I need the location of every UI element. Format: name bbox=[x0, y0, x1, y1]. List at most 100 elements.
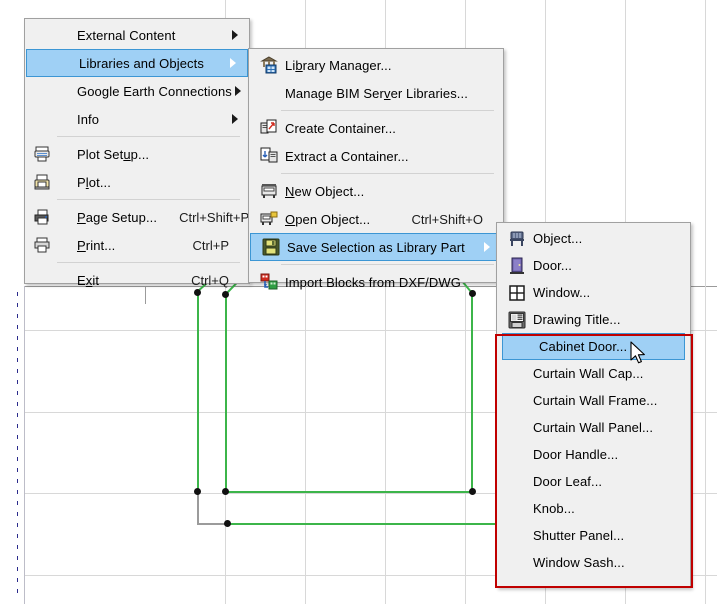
menu-item-shutter-panel[interactable]: Shutter Panel... bbox=[497, 522, 690, 549]
menu-item-save-selection-as-library-part[interactable]: Save Selection as Library Part bbox=[250, 233, 502, 261]
window-icon bbox=[505, 283, 529, 303]
no-icon bbox=[31, 25, 53, 45]
no-icon bbox=[505, 472, 529, 492]
plotter-setup-icon bbox=[31, 144, 53, 164]
menu-item-label: Cabinet Door... bbox=[535, 339, 676, 354]
save-selection-as-library-part-submenu[interactable]: Object... Door... Window... Drawing Title..… bbox=[496, 222, 691, 588]
menu-item-label: New Object... bbox=[281, 184, 483, 199]
wall-segment[interactable] bbox=[197, 290, 199, 493]
menu-item-label: External Content bbox=[53, 28, 229, 43]
menu-item-exit[interactable]: ExitCtrl+Q bbox=[25, 266, 249, 294]
menu-item-drawing-title[interactable]: Drawing Title... bbox=[497, 306, 690, 333]
menu-item-shortcut: Ctrl+Shift+O bbox=[389, 212, 483, 227]
menu-separator bbox=[281, 173, 494, 174]
menu-item-extract-a-container[interactable]: Extract a Container... bbox=[249, 142, 503, 170]
import-blocks-icon bbox=[257, 272, 281, 292]
menu-item-label: Import Blocks from DXF/DWG bbox=[281, 275, 483, 290]
door-icon bbox=[505, 256, 529, 276]
extract-container-icon bbox=[257, 146, 281, 166]
menu-item-label: Knob... bbox=[529, 501, 682, 516]
menu-item-import-blocks-from-dxf-dwg[interactable]: Import Blocks from DXF/DWG bbox=[249, 268, 503, 296]
submenu-arrow-icon bbox=[232, 86, 244, 96]
submenu-arrow-icon bbox=[227, 58, 239, 68]
menu-item-label: Exit bbox=[53, 273, 169, 288]
file-menu[interactable]: External Content Libraries and Objects Goo… bbox=[24, 18, 250, 284]
menu-item-label: Object... bbox=[529, 231, 682, 246]
wall-node[interactable] bbox=[469, 488, 476, 495]
menu-item-label: Plot Setup... bbox=[53, 147, 229, 162]
menu-item-label: Door Leaf... bbox=[529, 474, 682, 489]
menu-item-label: Curtain Wall Cap... bbox=[529, 366, 682, 381]
menu-item-plot-setup[interactable]: Plot Setup... bbox=[25, 140, 249, 168]
menu-item-door-leaf[interactable]: Door Leaf... bbox=[497, 468, 690, 495]
menu-item-print[interactable]: Print...Ctrl+P bbox=[25, 231, 249, 259]
menu-item-label: Plot... bbox=[53, 175, 229, 190]
menu-item-door-handle[interactable]: Door Handle... bbox=[497, 441, 690, 468]
menu-item-label: Create Container... bbox=[281, 121, 483, 136]
wall-node[interactable] bbox=[194, 488, 201, 495]
menu-item-curtain-wall-frame[interactable]: Curtain Wall Frame... bbox=[497, 387, 690, 414]
no-icon bbox=[31, 270, 53, 290]
menu-item-libraries-and-objects[interactable]: Libraries and Objects bbox=[26, 49, 248, 77]
menu-item-label: Library Manager... bbox=[281, 58, 483, 73]
menu-item-label: Door Handle... bbox=[529, 447, 682, 462]
no-icon bbox=[31, 81, 53, 101]
create-container-icon bbox=[257, 118, 281, 138]
wall-node[interactable] bbox=[222, 488, 229, 495]
wall-segment[interactable] bbox=[225, 491, 473, 493]
no-icon bbox=[505, 499, 529, 519]
no-icon bbox=[257, 83, 281, 103]
menu-item-label: Info bbox=[53, 112, 229, 127]
menu-item-window-sash[interactable]: Window Sash... bbox=[497, 549, 690, 576]
menu-separator bbox=[281, 110, 494, 111]
menu-item-label: Drawing Title... bbox=[529, 312, 682, 327]
menu-item-curtain-wall-cap[interactable]: Curtain Wall Cap... bbox=[497, 360, 690, 387]
menu-item-manage-bim-server-libraries[interactable]: Manage BIM Server Libraries... bbox=[249, 79, 503, 107]
no-icon bbox=[505, 418, 529, 438]
gridline-vertical bbox=[705, 0, 706, 604]
menu-item-knob[interactable]: Knob... bbox=[497, 495, 690, 522]
menu-item-new-object[interactable]: New Object... bbox=[249, 177, 503, 205]
drawing-title-icon bbox=[505, 310, 529, 330]
menu-item-label: Manage BIM Server Libraries... bbox=[281, 86, 483, 101]
menu-item-object[interactable]: Object... bbox=[497, 225, 690, 252]
menu-item-window[interactable]: Window... bbox=[497, 279, 690, 306]
menu-item-library-manager[interactable]: Library Manager... bbox=[249, 51, 503, 79]
no-icon bbox=[31, 109, 53, 129]
sheet-dash-guide bbox=[17, 292, 18, 598]
menu-item-cabinet-door[interactable]: Cabinet Door... bbox=[502, 333, 685, 360]
wall-node[interactable] bbox=[224, 520, 231, 527]
menu-item-label: Shutter Panel... bbox=[529, 528, 682, 543]
wall-segment[interactable] bbox=[471, 290, 473, 493]
libraries-and-objects-submenu[interactable]: Library Manager... Manage BIM Server Libr… bbox=[248, 48, 504, 283]
menu-separator bbox=[57, 136, 240, 137]
menu-item-external-content[interactable]: External Content bbox=[25, 21, 249, 49]
menu-item-curtain-wall-panel[interactable]: Curtain Wall Panel... bbox=[497, 414, 690, 441]
menu-item-plot[interactable]: Plot... bbox=[25, 168, 249, 196]
menu-item-label: Save Selection as Library Part bbox=[283, 240, 481, 255]
menu-item-page-setup[interactable]: Page Setup...Ctrl+Shift+P bbox=[25, 203, 249, 231]
menu-item-google-earth-connections[interactable]: Google Earth Connections bbox=[25, 77, 249, 105]
save-icon bbox=[259, 237, 283, 257]
menu-item-label: Door... bbox=[529, 258, 682, 273]
chair-object-icon bbox=[505, 229, 529, 249]
wall-segment-dimmed bbox=[197, 491, 199, 524]
wall-segment[interactable] bbox=[227, 523, 501, 525]
submenu-arrow-icon bbox=[229, 30, 241, 40]
submenu-arrow-icon bbox=[229, 114, 241, 124]
menu-item-label: Google Earth Connections bbox=[53, 84, 232, 99]
menu-item-label: Curtain Wall Frame... bbox=[529, 393, 682, 408]
menu-item-open-object[interactable]: Open Object...Ctrl+Shift+O bbox=[249, 205, 503, 233]
sheet-edge-left bbox=[24, 286, 25, 604]
no-icon bbox=[511, 337, 535, 357]
no-icon bbox=[505, 391, 529, 411]
menu-item-label: Extract a Container... bbox=[281, 149, 483, 164]
menu-item-label: Curtain Wall Panel... bbox=[529, 420, 682, 435]
wall-segment[interactable] bbox=[225, 292, 227, 493]
plotter-icon bbox=[31, 172, 53, 192]
menu-item-shortcut: Ctrl+Q bbox=[169, 273, 229, 288]
menu-separator bbox=[57, 199, 240, 200]
menu-item-door[interactable]: Door... bbox=[497, 252, 690, 279]
menu-item-create-container[interactable]: Create Container... bbox=[249, 114, 503, 142]
menu-item-info[interactable]: Info bbox=[25, 105, 249, 133]
